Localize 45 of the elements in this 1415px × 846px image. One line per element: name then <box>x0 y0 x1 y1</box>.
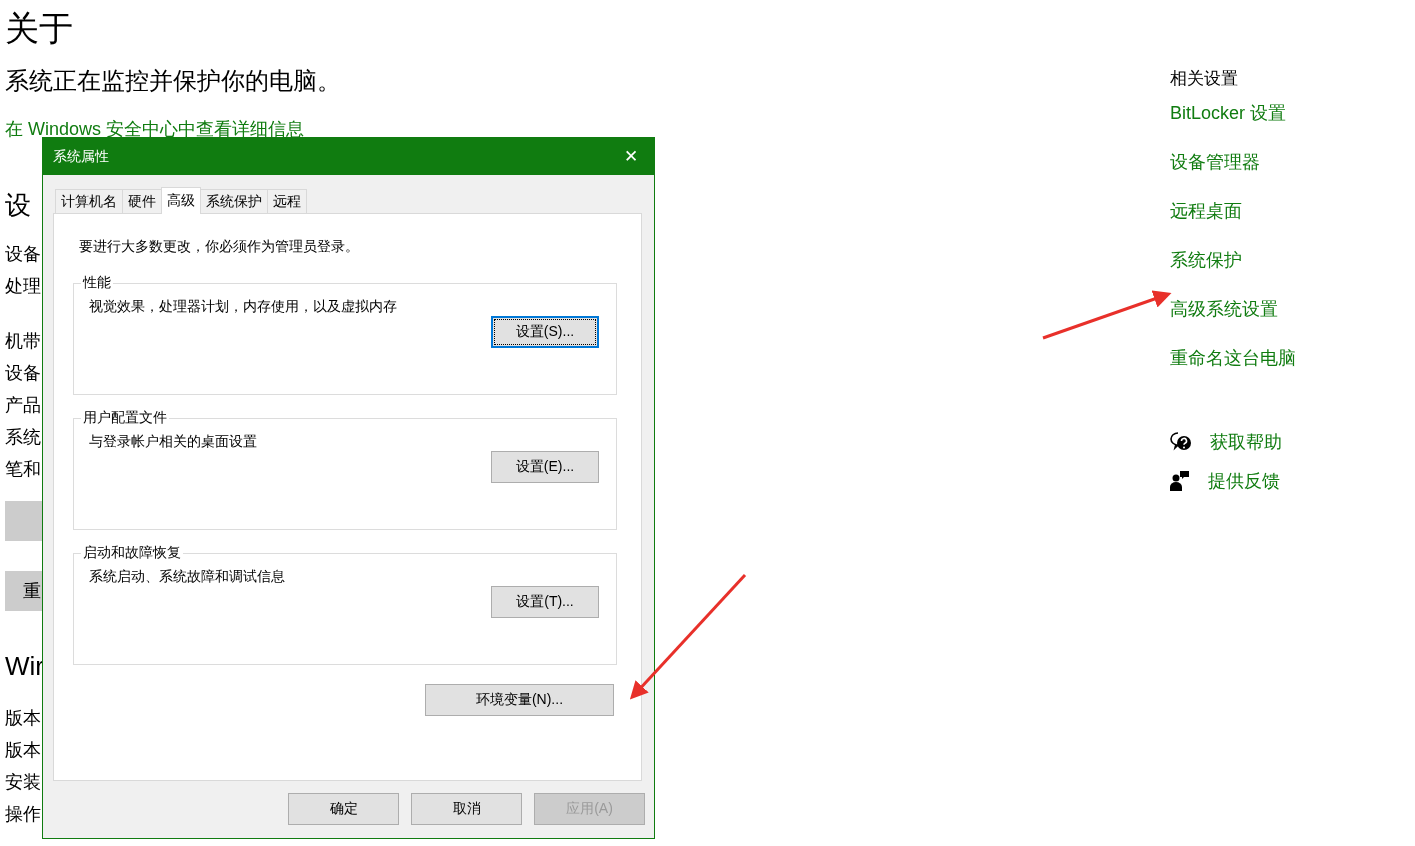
spec-label: 系统 <box>5 426 41 449</box>
spec-label: 设备 <box>5 243 41 266</box>
dialog-button[interactable]: 确定 <box>288 793 399 825</box>
help-chat-icon <box>1170 432 1192 452</box>
settings-button[interactable]: 设置(E)... <box>491 451 599 483</box>
group-description: 视觉效果，处理器计划，内存使用，以及虚拟内存 <box>89 297 398 316</box>
spec-label: 笔和 <box>5 458 41 481</box>
section-heading: 设 <box>5 189 31 222</box>
spec-label: 设备 <box>5 362 41 385</box>
spec-label: 版本 <box>5 707 41 730</box>
group-title: 性能 <box>81 274 112 292</box>
spec-label: 机带 <box>5 330 41 353</box>
settings-link[interactable]: 重命名这台电脑 <box>1170 345 1296 371</box>
spec-label: 版本 <box>5 739 41 762</box>
related-settings-heading: 相关设置 <box>1170 68 1239 90</box>
group-description: 系统启动、系统故障和调试信息 <box>89 567 286 586</box>
support-link[interactable]: 获取帮助 <box>1210 429 1282 455</box>
security-center-link[interactable]: 在 Windows 安全中心中查看详细信息 <box>5 116 305 142</box>
settings-link[interactable]: 远程桌面 <box>1170 198 1296 224</box>
spec-label: 处理 <box>5 275 41 298</box>
dialog-tab[interactable]: 远程 <box>267 189 307 213</box>
environment-variables-button[interactable]: 环境变量(N)... <box>425 684 614 716</box>
page-title: 关于 <box>5 8 74 49</box>
protection-status: 系统正在监控并保护你的电脑。 <box>5 66 342 96</box>
spec-label: 产品 <box>5 394 41 417</box>
feedback-person-icon <box>1170 471 1190 491</box>
dialog-title: 系统属性 <box>53 147 109 166</box>
spec-label: 操作 <box>5 803 41 826</box>
section-heading: Wir <box>5 650 44 683</box>
settings-link[interactable]: 系统保护 <box>1170 247 1296 273</box>
group-title: 用户配置文件 <box>82 409 168 427</box>
dialog-tab[interactable]: 高级 <box>161 187 201 214</box>
settings-link[interactable]: BitLocker 设置 <box>1170 100 1296 126</box>
dialog-tab[interactable]: 计算机名 <box>55 189 123 213</box>
group-title: 启动和故障恢复 <box>82 544 182 562</box>
settings-button[interactable]: 设置(S)... <box>491 316 599 348</box>
settings-button[interactable]: 设置(T)... <box>491 586 599 618</box>
dialog-button[interactable]: 取消 <box>411 793 522 825</box>
group-description: 与登录帐户相关的桌面设置 <box>89 432 258 451</box>
spec-label: 安装 <box>5 771 41 794</box>
settings-link[interactable]: 高级系统设置 <box>1170 296 1296 322</box>
settings-link[interactable]: 设备管理器 <box>1170 149 1296 175</box>
admin-note: 要进行大多数更改，你必须作为管理员登录。 <box>79 237 360 256</box>
close-button[interactable]: ✕ <box>616 141 646 172</box>
support-link[interactable]: 提供反馈 <box>1208 468 1280 494</box>
